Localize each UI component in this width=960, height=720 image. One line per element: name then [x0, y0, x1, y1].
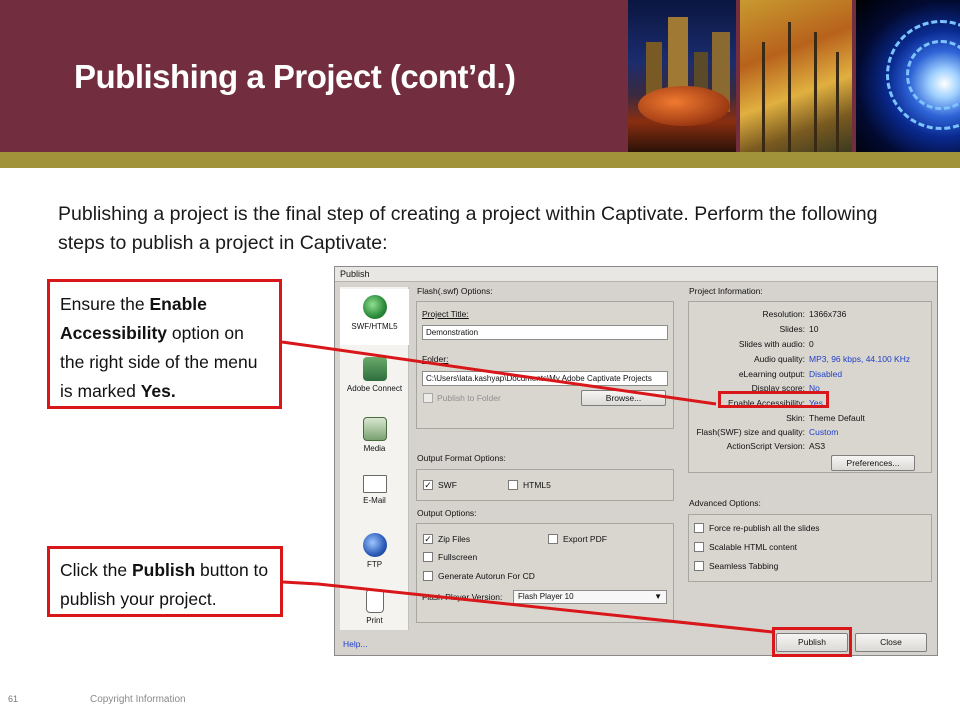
project-info-panel: Resolution: 1366x736 Slides: 10 Slides w… [688, 301, 932, 473]
export-pdf-label: Export PDF [563, 534, 607, 544]
sidebar-item-media[interactable]: Media [340, 411, 409, 467]
copyright-text: Copyright Information [90, 694, 186, 705]
page-title: Publishing a Project (cont’d.) [74, 58, 516, 95]
output-options-heading: Output Options: [417, 508, 477, 518]
autorun-checkbox[interactable] [423, 571, 433, 581]
flash-options-panel: Project Title: Demonstration Folder: C:\… [416, 301, 674, 429]
header-accent-band [0, 152, 960, 168]
info-key: Slides with audio: [738, 339, 805, 349]
sidebar-item-label: Print [366, 616, 383, 625]
info-key: eLearning output: [738, 369, 805, 379]
seamless-tabbing-label: Seamless Tabbing [709, 561, 779, 571]
info-value: 1366x736 [809, 309, 847, 319]
adobe-connect-icon [362, 357, 387, 381]
sidebar-item-label: Adobe Connect [346, 384, 403, 393]
accessibility-callout: Ensure the Enable Accessibility option o… [47, 279, 282, 409]
html5-label: HTML5 [523, 480, 551, 490]
zip-files-label: Zip Files [438, 534, 471, 544]
sidebar-item-label: Media [363, 444, 386, 453]
publish-callout: Click the Publish button to publish your… [47, 546, 283, 617]
swf-checkbox[interactable]: ✓ [423, 480, 433, 490]
publish-target-sidebar: SWF/HTML5 Adobe Connect Media E-Mail FTP [340, 287, 409, 630]
info-key: Flash(SWF) size and quality: [696, 427, 805, 437]
project-title-input[interactable]: Demonstration [422, 325, 668, 340]
info-value: Theme Default [809, 413, 865, 423]
media-icon [362, 417, 387, 441]
project-title-label: Project Title: [422, 309, 469, 319]
header-banner: Publishing a Project (cont’d.) [0, 0, 960, 152]
callout-bold-text: Publish [131, 560, 196, 580]
browse-button[interactable]: Browse... [581, 390, 666, 406]
output-format-panel: ✓ SWF HTML5 [416, 469, 674, 501]
publish-to-folder-checkbox[interactable] [423, 393, 433, 403]
accessibility-highlight [718, 391, 829, 408]
dialog-body: SWF/HTML5 Adobe Connect Media E-Mail FTP [337, 283, 935, 630]
autumn-trees-photo [740, 0, 852, 152]
autorun-label: Generate Autorun For CD [438, 571, 535, 581]
sidebar-item-adobe-connect[interactable]: Adobe Connect [340, 351, 409, 407]
callout-text: Ensure the [60, 294, 150, 314]
seamless-tabbing-checkbox[interactable] [694, 561, 704, 571]
preferences-button[interactable]: Preferences... [831, 455, 915, 471]
callout-bold-text: Yes. [140, 381, 176, 401]
fullscreen-checkbox[interactable] [423, 552, 433, 562]
publish-dialog: Publish SWF/HTML5 Adobe Connect Media E-… [334, 266, 938, 657]
export-pdf-checkbox[interactable] [548, 534, 558, 544]
help-link[interactable]: Help... [343, 639, 368, 649]
force-republish-checkbox[interactable] [694, 523, 704, 533]
sidebar-item-swf-html5[interactable]: SWF/HTML5 [340, 289, 409, 345]
output-options-panel: ✓ Zip Files Export PDF Fullscreen Genera… [416, 523, 674, 623]
sidebar-item-label: SWF/HTML5 [351, 322, 398, 331]
force-republish-label: Force re-publish all the slides [709, 523, 820, 533]
project-info-heading: Project Information: [689, 286, 763, 296]
intro-paragraph: Publishing a project is the final step o… [58, 203, 878, 254]
zip-files-checkbox[interactable]: ✓ [423, 534, 433, 544]
info-key: Audio quality: [753, 354, 805, 364]
city-bean-photo [628, 0, 736, 152]
output-format-heading: Output Format Options: [417, 453, 506, 463]
sidebar-item-label: FTP [366, 560, 383, 569]
slide-number: 61 [8, 694, 19, 704]
swf-label: SWF [438, 480, 457, 490]
print-icon [365, 589, 384, 613]
swf-size-quality-link[interactable]: Custom [809, 427, 838, 437]
info-key: Skin: [786, 413, 805, 423]
globe-icon [362, 295, 387, 319]
callout-text: Click the [60, 560, 132, 580]
scalable-html-label: Scalable HTML content [709, 542, 798, 552]
flash-version-label: Flash Player Version: [422, 592, 503, 602]
folder-label: Folder: [422, 354, 449, 364]
elearning-output-link[interactable]: Disabled [809, 369, 842, 379]
audio-quality-link[interactable]: MP3, 96 kbps, 44.100 KHz [809, 354, 910, 364]
slide: Publishing a Project (cont’d.) Publishin… [0, 0, 960, 720]
sidebar-item-ftp[interactable]: FTP [340, 527, 409, 583]
flash-version-select[interactable]: Flash Player 10 ▼ [513, 590, 667, 604]
dialog-title: Publish [335, 267, 937, 282]
publish-to-folder-label: Publish to Folder [437, 393, 501, 403]
chevron-down-icon: ▼ [654, 592, 662, 601]
gas-flame-photo [856, 0, 960, 152]
info-key: Slides: [779, 324, 805, 334]
advanced-options-panel: Force re-publish all the slides Scalable… [688, 514, 932, 582]
flash-version-value: Flash Player 10 [518, 592, 574, 601]
close-button[interactable]: Close [855, 633, 927, 652]
html5-checkbox[interactable] [508, 480, 518, 490]
publish-highlight [772, 627, 852, 657]
info-key: ActionScript Version: [726, 441, 805, 451]
ftp-icon [362, 533, 387, 557]
email-icon [362, 475, 387, 493]
sidebar-item-label: E-Mail [363, 496, 386, 505]
info-value: 10 [809, 324, 819, 334]
folder-input[interactable]: C:\Users\lata.kashyap\Documents\My Adobe… [422, 371, 668, 386]
sidebar-item-print[interactable]: Print [340, 585, 409, 631]
info-value: AS3 [809, 441, 826, 451]
flash-options-heading: Flash(.swf) Options: [417, 286, 493, 296]
info-value: 0 [809, 339, 814, 349]
fullscreen-label: Fullscreen [438, 552, 478, 562]
scalable-html-checkbox[interactable] [694, 542, 704, 552]
info-key: Resolution: [762, 309, 805, 319]
sidebar-item-email[interactable]: E-Mail [340, 469, 409, 525]
advanced-options-heading: Advanced Options: [689, 498, 761, 508]
